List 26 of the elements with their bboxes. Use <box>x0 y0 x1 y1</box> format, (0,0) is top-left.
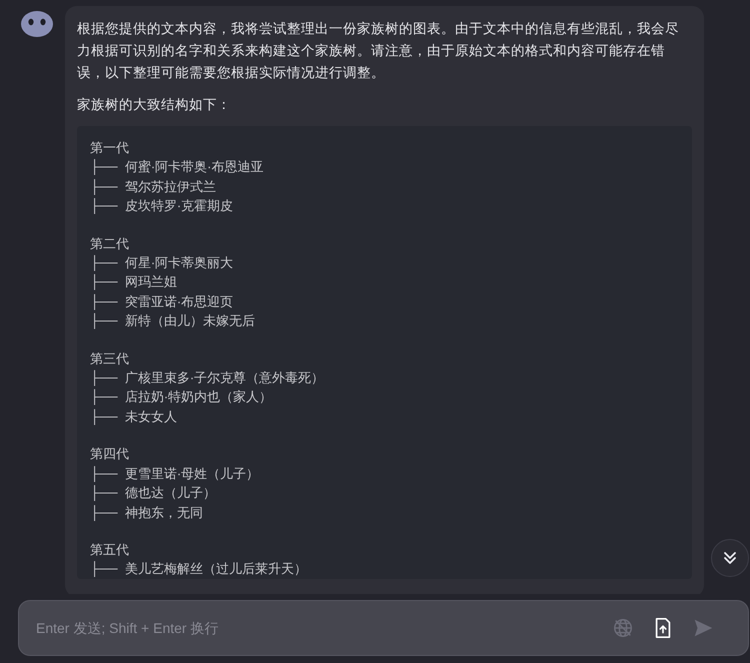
message-input[interactable]: Enter 发送; Shift + Enter 换行 <box>34 619 598 637</box>
code-line: ├── 何蜜·阿卡带奥·布恩迪亚 <box>90 158 265 177</box>
code-line: ├── 突雷亚诺·布思迎页 <box>90 292 234 312</box>
code-line: ├── 何星·阿卡蒂奥丽大 <box>90 254 234 272</box>
code-line: 第五代 <box>90 540 130 559</box>
code-line: ├── 店拉奶·特奶内也（家人） <box>90 388 274 407</box>
code-line: ├── 未女女人 <box>90 408 178 426</box>
code-line: ├── 驾尔苏拉伊式兰 <box>90 178 217 196</box>
code-line: ├── 德也达（儿子） <box>90 484 217 502</box>
message-text: 根据您提供的文本内容，我将尝试整理出一份家族树的图表。由于文本中的信息有些混乱，我会尽力根据可识别的名字和关系来构建这个家族树。请注意，由于原始文本的格式和内容可能存在错误，以下整理可能需要您根据实际情况进行调整。 <box>77 20 680 82</box>
code-line: ├── 广核里束多·子尔克尊（意外毒死） <box>90 369 326 388</box>
code-line: ├── 美儿艺梅解丝（过儿后莱升天） <box>90 560 308 579</box>
bot-avatar-icon <box>20 10 54 40</box>
code-line: 第四代 <box>90 445 130 464</box>
code-line: ├── 皮坎特罗·克霍期皮 <box>90 197 234 216</box>
send-icon <box>692 617 714 639</box>
code-line: ├── 新特（由儿）未嫁无后 <box>90 312 256 331</box>
message-text: 家族树的大致结构如下： <box>77 96 232 114</box>
globe-icon <box>612 617 634 639</box>
code-line: ├── 神抱东，无同 <box>90 504 204 522</box>
scroll-down-button[interactable] <box>711 539 749 577</box>
code-line: ├── 网玛兰姐 <box>90 273 178 292</box>
code-line: 第三代 <box>90 350 130 368</box>
code-line: 第一代 <box>90 139 130 157</box>
code-line: ├── 更雪里诺·母姓（儿子） <box>90 464 260 484</box>
code-line: 第二代 <box>90 234 130 253</box>
